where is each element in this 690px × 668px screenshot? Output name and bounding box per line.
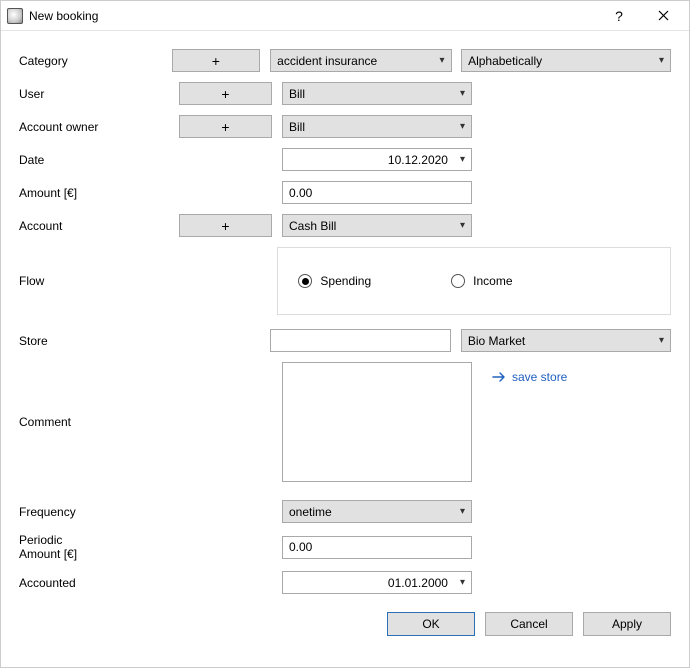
store-input-wrap: [270, 329, 452, 352]
chevron-down-icon: ▾: [460, 506, 465, 517]
app-icon: [7, 8, 23, 24]
chevron-down-icon: ▾: [460, 220, 465, 231]
date-input[interactable]: 10.12.2020 ▾: [282, 148, 472, 171]
store-preset-value: Bio Market: [468, 334, 653, 348]
apply-button[interactable]: Apply: [583, 612, 671, 636]
add-user-button[interactable]: +: [179, 82, 272, 105]
cancel-button[interactable]: Cancel: [485, 612, 573, 636]
arrow-right-icon: [492, 371, 506, 383]
user-label: User: [19, 87, 179, 101]
chevron-down-icon: ▾: [460, 577, 465, 588]
account-select[interactable]: Cash Bill ▾: [282, 214, 472, 237]
chevron-down-icon: ▾: [440, 55, 445, 66]
radio-icon: [298, 274, 312, 288]
periodic-amount-input-wrap: [282, 536, 472, 559]
amount-input-wrap: [282, 181, 472, 204]
close-icon: [658, 10, 669, 21]
comment-label: Comment: [19, 415, 179, 429]
flow-label: Flow: [19, 274, 176, 288]
periodic-amount-label: Periodic Amount [€]: [19, 533, 179, 561]
chevron-down-icon: ▾: [460, 154, 465, 165]
flow-spending-label: Spending: [320, 274, 371, 288]
flow-income-label: Income: [473, 274, 512, 288]
dialog-buttons: OK Cancel Apply: [1, 608, 689, 646]
category-value: accident insurance: [277, 54, 433, 68]
category-sort-value: Alphabetically: [468, 54, 653, 68]
comment-textarea[interactable]: [282, 362, 472, 482]
category-label: Category: [19, 54, 172, 68]
amount-input[interactable]: [289, 186, 465, 200]
frequency-select[interactable]: onetime ▾: [282, 500, 472, 523]
user-select[interactable]: Bill ▾: [282, 82, 472, 105]
account-owner-label: Account owner: [19, 120, 179, 134]
accounted-input[interactable]: 01.01.2000 ▾: [282, 571, 472, 594]
category-select[interactable]: accident insurance ▾: [270, 49, 451, 72]
account-label: Account: [19, 219, 179, 233]
help-button[interactable]: ?: [597, 2, 641, 30]
frequency-value: onetime: [289, 505, 454, 519]
save-store-text: save store: [512, 370, 567, 384]
ok-button[interactable]: OK: [387, 612, 475, 636]
accounted-label: Accounted: [19, 576, 179, 590]
date-value: 10.12.2020: [289, 153, 454, 167]
account-owner-select[interactable]: Bill ▾: [282, 115, 472, 138]
chevron-down-icon: ▾: [460, 121, 465, 132]
accounted-value: 01.01.2000: [289, 576, 454, 590]
frequency-label: Frequency: [19, 505, 179, 519]
window-title: New booking: [29, 9, 597, 23]
amount-label: Amount [€]: [19, 186, 179, 200]
store-input[interactable]: [277, 334, 445, 348]
chevron-down-icon: ▾: [659, 335, 664, 346]
add-account-button[interactable]: +: [179, 214, 272, 237]
flow-group: Spending Income: [277, 247, 671, 315]
flow-spending-radio[interactable]: Spending: [298, 274, 371, 288]
add-account-owner-button[interactable]: +: [179, 115, 272, 138]
account-owner-value: Bill: [289, 120, 454, 134]
user-value: Bill: [289, 87, 454, 101]
save-store-link[interactable]: save store: [492, 362, 567, 384]
periodic-amount-input[interactable]: [289, 540, 465, 554]
store-preset-select[interactable]: Bio Market ▾: [461, 329, 671, 352]
store-label: Store: [19, 334, 172, 348]
flow-income-radio[interactable]: Income: [451, 274, 512, 288]
close-button[interactable]: [641, 2, 685, 30]
category-sort-select[interactable]: Alphabetically ▾: [461, 49, 671, 72]
booking-form: Category + accident insurance ▾ Alphabet…: [1, 31, 689, 608]
chevron-down-icon: ▾: [460, 88, 465, 99]
date-label: Date: [19, 153, 179, 167]
chevron-down-icon: ▾: [659, 55, 664, 66]
account-value: Cash Bill: [289, 219, 454, 233]
titlebar: New booking ?: [1, 1, 689, 31]
add-category-button[interactable]: +: [172, 49, 261, 72]
radio-icon: [451, 274, 465, 288]
